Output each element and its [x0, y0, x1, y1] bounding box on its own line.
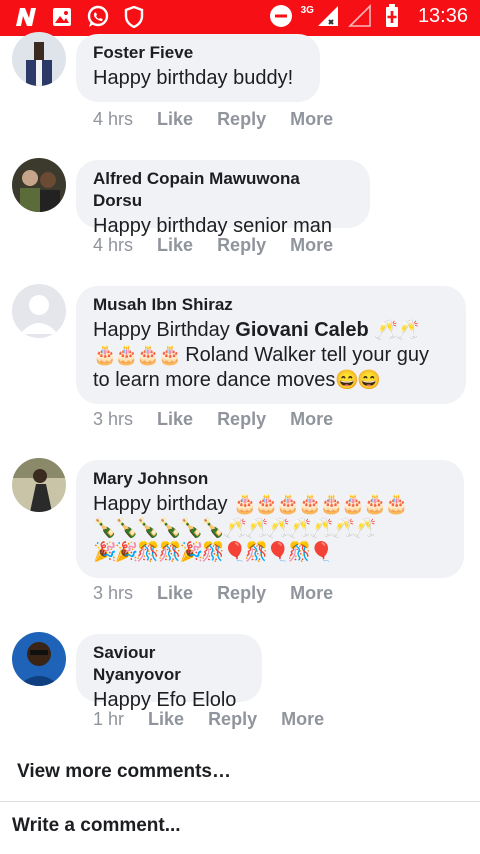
more-button[interactable]: More	[290, 409, 333, 430]
network-type: 3G	[300, 4, 314, 16]
emoji-laugh: 😄😄	[335, 370, 380, 391]
clock: 13:36	[417, 4, 468, 27]
n-logo-icon	[14, 5, 38, 29]
commenter-name[interactable]: Alfred Copain Mawuwona Dorsu	[93, 168, 352, 212]
comment-bubble[interactable]: Foster Fieve Happy birthday buddy!	[76, 34, 320, 102]
comment-text-prefix: Happy Birthday	[93, 319, 236, 341]
no-signal-icon	[348, 4, 372, 28]
avatar[interactable]	[12, 632, 66, 686]
comment-time: 3 hrs	[93, 409, 134, 429]
commenter-name[interactable]: Saviour Nyanyovor	[93, 642, 244, 686]
mention-link[interactable]: Giovani Caleb	[235, 319, 368, 341]
emoji-glasses: 🥂🥂	[374, 320, 419, 341]
comment-bubble[interactable]: Musah Ibn Shiraz Happy Birthday Giovani …	[76, 286, 466, 404]
like-button[interactable]: Like	[148, 709, 184, 730]
comment-text: Happy Birthday Giovani Caleb 🥂🥂 🎂🎂🎂🎂 Rol…	[93, 318, 448, 393]
reply-button[interactable]: Reply	[217, 583, 266, 604]
emoji-party: 🎉🎉🎊🎊🎉🎊🎈🎊🎈🎊🎈	[93, 542, 333, 563]
more-button[interactable]: More	[290, 109, 333, 130]
divider	[0, 801, 480, 802]
comment-text: Happy birthday 🎂🎂🎂🎂🎂🎂🎂🎂	[93, 492, 446, 517]
commenter-name[interactable]: Mary Johnson	[93, 468, 446, 490]
comment-actions: 1 hr Like Reply More	[93, 709, 324, 730]
gallery-icon	[50, 5, 74, 29]
like-button[interactable]: Like	[157, 109, 193, 130]
avatar[interactable]	[12, 158, 66, 212]
like-button[interactable]: Like	[157, 583, 193, 604]
comment-time: 3 hrs	[93, 583, 134, 603]
view-more-comments-link[interactable]: View more comments…	[17, 761, 231, 783]
comment-actions: 3 hrs Like Reply More	[93, 583, 333, 604]
whatsapp-icon	[86, 5, 110, 29]
comment-bubble[interactable]: Alfred Copain Mawuwona Dorsu Happy birth…	[76, 160, 370, 237]
avatar[interactable]	[12, 284, 66, 338]
comment-time: 1 hr	[93, 709, 125, 729]
avatar[interactable]	[12, 458, 66, 512]
status-bar: 3G 13:36	[0, 0, 480, 36]
more-button[interactable]: More	[290, 583, 333, 604]
comment-actions: 4 hrs Like Reply More	[93, 109, 333, 130]
comment-bubble[interactable]: Mary Johnson Happy birthday 🎂🎂🎂🎂🎂🎂🎂🎂 🍾🍾🍾…	[76, 460, 464, 578]
reply-button[interactable]: Reply	[217, 235, 266, 256]
do-not-disturb-icon	[269, 4, 293, 28]
emoji-cakes: 🎂🎂🎂🎂🎂🎂🎂🎂	[233, 494, 408, 515]
write-comment-input[interactable]: Write a comment...	[12, 815, 181, 837]
comment-text: Happy birthday buddy!	[93, 67, 294, 89]
commenter-name[interactable]: Foster Fieve	[93, 42, 302, 64]
reply-button[interactable]: Reply	[217, 409, 266, 430]
battery-charging-icon	[380, 4, 404, 28]
avatar[interactable]	[12, 32, 66, 86]
comment-actions: 3 hrs Like Reply More	[93, 409, 333, 430]
emoji-cakes: 🎂🎂🎂🎂	[93, 345, 182, 366]
more-button[interactable]: More	[290, 235, 333, 256]
commenter-name[interactable]: Musah Ibn Shiraz	[93, 294, 448, 316]
reply-button[interactable]: Reply	[217, 109, 266, 130]
like-button[interactable]: Like	[157, 235, 193, 256]
shield-icon	[122, 5, 146, 29]
comment-bubble[interactable]: Saviour Nyanyovor Happy Efo Elolo	[76, 634, 262, 711]
comment-time: 4 hrs	[93, 235, 134, 255]
more-button[interactable]: More	[281, 709, 324, 730]
comment-text-main: Happy birthday	[93, 493, 234, 515]
like-button[interactable]: Like	[157, 409, 193, 430]
comment-actions: 4 hrs Like Reply More	[93, 235, 333, 256]
signal-icon	[316, 4, 340, 28]
reply-button[interactable]: Reply	[208, 709, 257, 730]
emoji-bottles-glasses: 🍾🍾🍾🍾🍾🍾🥂🥂🥂🥂🥂🥂🥂	[93, 518, 377, 539]
comment-time: 4 hrs	[93, 109, 134, 129]
